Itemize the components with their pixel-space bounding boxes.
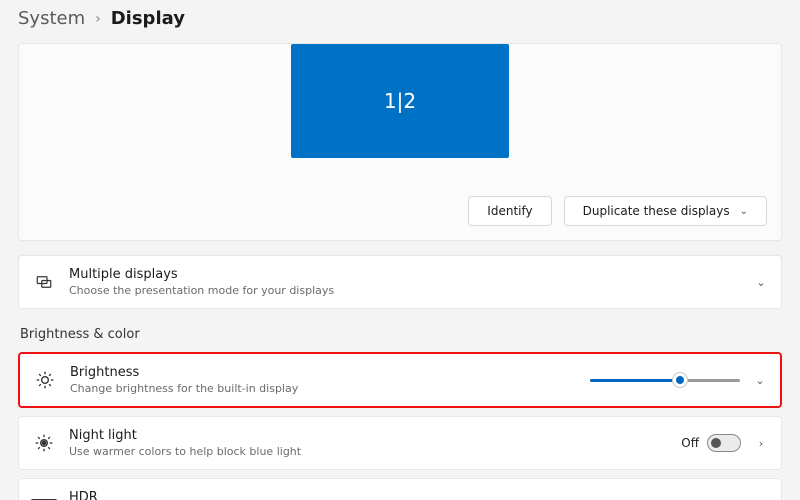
duplicate-displays-label: Duplicate these displays — [583, 204, 730, 218]
chevron-down-icon: ⌄ — [754, 374, 766, 387]
display-arrangement-card: 1|2 Identify Duplicate these displays ⌄ — [18, 43, 782, 241]
night-light-icon — [33, 432, 55, 454]
monitor-tile[interactable]: 1|2 — [291, 44, 509, 158]
hdr-icon: HDR — [33, 494, 55, 500]
night-light-subtitle: Use warmer colors to help block blue lig… — [69, 445, 301, 458]
night-light-row[interactable]: Night light Use warmer colors to help bl… — [18, 416, 782, 470]
brightness-slider-fill — [590, 379, 680, 382]
night-light-title: Night light — [69, 428, 301, 443]
multiple-displays-subtitle: Choose the presentation mode for your di… — [69, 284, 334, 297]
hdr-title: HDR — [69, 490, 159, 500]
hdr-row[interactable]: HDR HDR More about HDR › — [18, 478, 782, 500]
brightness-subtitle: Change brightness for the built-in displ… — [70, 382, 298, 395]
toggle-knob — [711, 438, 721, 448]
breadcrumb: System › Display — [18, 0, 782, 43]
brightness-row[interactable]: Brightness Change brightness for the bui… — [18, 352, 782, 408]
toggle-switch[interactable] — [707, 434, 741, 452]
multiple-displays-title: Multiple displays — [69, 267, 334, 282]
monitor-label: 1|2 — [384, 89, 416, 113]
chevron-down-icon: ⌄ — [755, 276, 767, 289]
chevron-right-icon: › — [95, 11, 101, 27]
brightness-slider-thumb[interactable] — [673, 373, 687, 387]
brightness-title: Brightness — [70, 365, 298, 380]
breadcrumb-parent[interactable]: System — [18, 8, 85, 29]
duplicate-displays-dropdown[interactable]: Duplicate these displays ⌄ — [564, 196, 767, 226]
page-title: Display — [111, 8, 185, 29]
chevron-down-icon: ⌄ — [740, 206, 748, 217]
multiple-displays-icon — [33, 271, 55, 293]
night-light-toggle[interactable]: Off — [681, 434, 741, 452]
night-light-state-label: Off — [681, 436, 699, 450]
multiple-displays-row[interactable]: Multiple displays Choose the presentatio… — [18, 255, 782, 309]
identify-button[interactable]: Identify — [468, 196, 551, 226]
section-brightness-color-label: Brightness & color — [20, 327, 780, 342]
display-arrangement-area[interactable]: 1|2 — [33, 44, 767, 158]
brightness-icon — [34, 369, 56, 391]
brightness-slider[interactable] — [590, 371, 740, 389]
identify-button-label: Identify — [487, 204, 532, 218]
chevron-right-icon: › — [755, 437, 767, 450]
